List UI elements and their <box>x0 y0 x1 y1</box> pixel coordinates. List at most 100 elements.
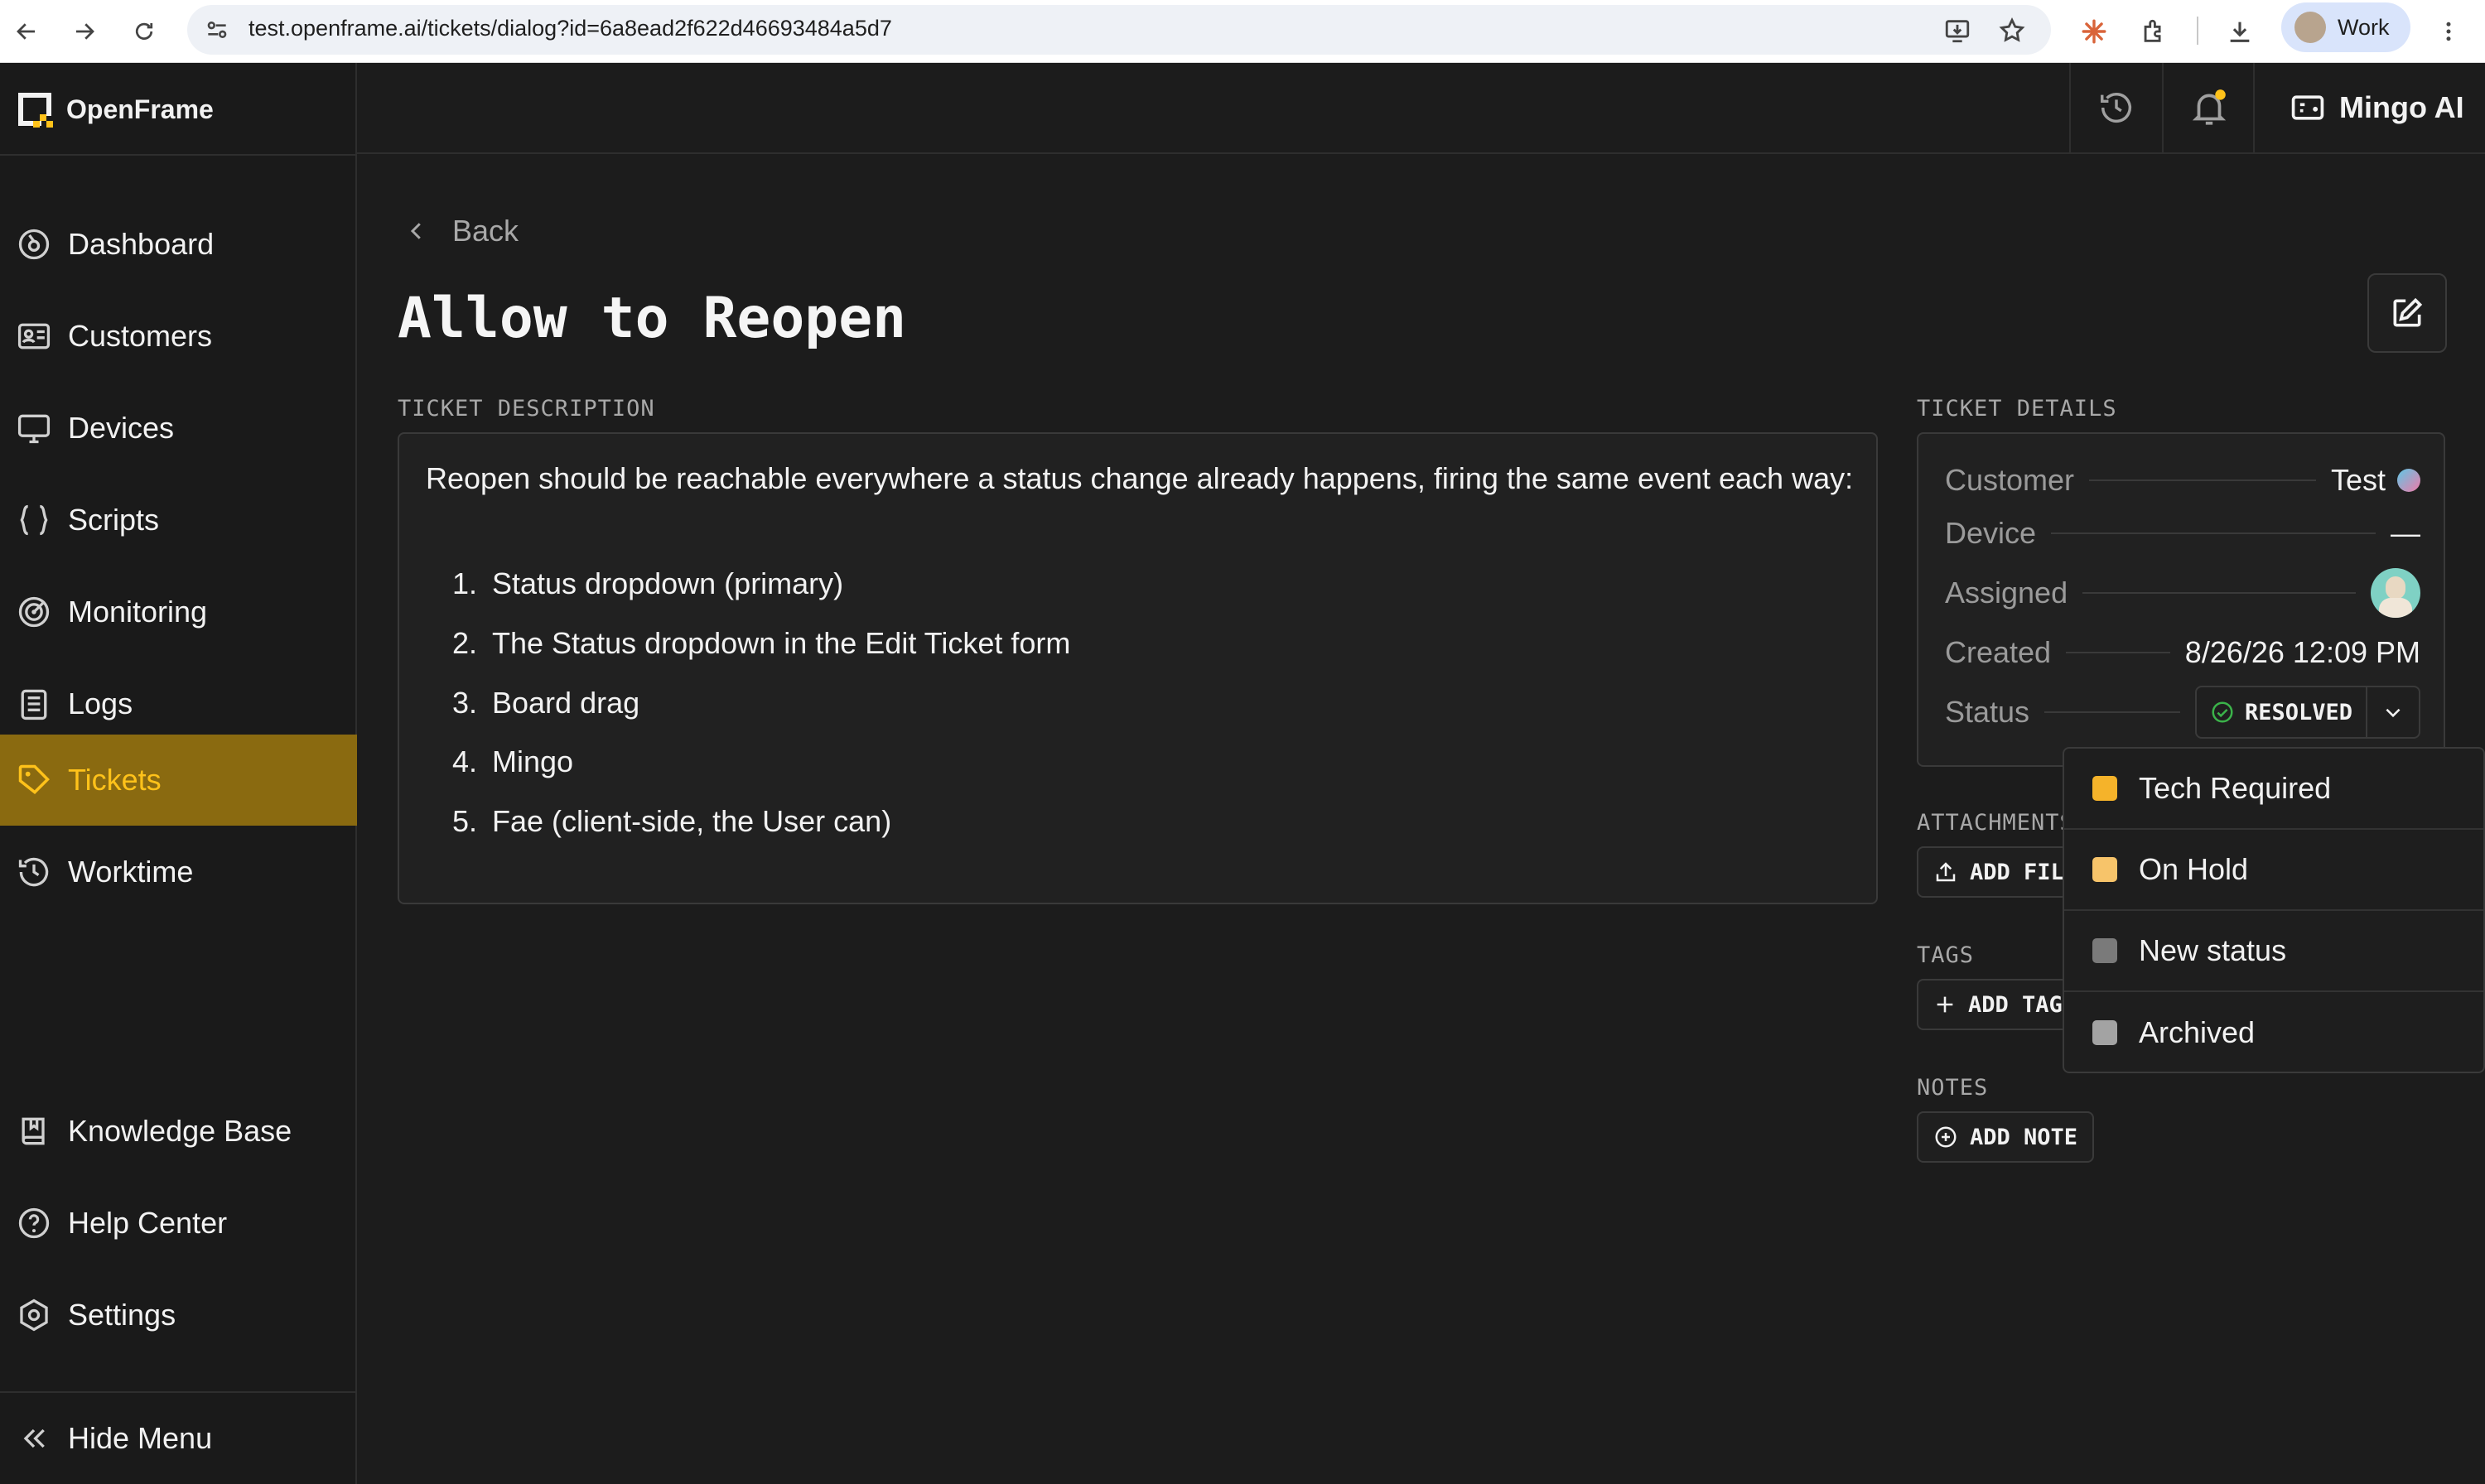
upload-icon <box>1933 860 1958 884</box>
sidebar-item-devices[interactable]: Devices <box>0 383 357 474</box>
bookmark-star-icon[interactable] <box>1998 17 2026 45</box>
claude-extension-icon[interactable] <box>2074 8 2114 55</box>
history-icon <box>2097 89 2135 127</box>
customer-value[interactable]: Test <box>2331 463 2386 498</box>
add-note-label: ADD NOTE <box>1970 1124 2078 1150</box>
status-value-button[interactable]: RESOLVED <box>2197 687 2367 737</box>
status-option-tech-required[interactable]: Tech Required <box>2064 749 2483 830</box>
sidebar-item-label: Dashboard <box>68 227 215 261</box>
list-item: 5. Fae (client-side, the User can) <box>451 804 892 838</box>
assignee-avatar[interactable] <box>2371 568 2420 618</box>
page-title: Allow to Reopen <box>398 286 907 351</box>
url-text: test.openframe.ai/tickets/dialog?id=6a8e… <box>248 16 892 41</box>
customer-avatar <box>2397 469 2420 492</box>
app-name: OpenFrame <box>66 94 214 124</box>
ticket-details-panel: Customer Test Device — Assigned Created … <box>1917 432 2445 767</box>
status-value: RESOLVED <box>2244 699 2352 725</box>
sidebar-item-knowledge-base[interactable]: Knowledge Base <box>0 1086 357 1177</box>
sidebar-item-scripts[interactable]: Scripts <box>0 475 357 566</box>
sidebar: OpenFrame Dashboard Customers Devices Sc… <box>0 63 357 1484</box>
detail-row-status: Status RESOLVED <box>1945 686 2420 739</box>
history-button[interactable] <box>2069 63 2162 152</box>
ticket-description-label: TICKET DESCRIPTION <box>398 396 655 422</box>
browser-back-icon[interactable] <box>7 8 46 55</box>
add-tag-button[interactable]: ADD TAG <box>1917 979 2079 1030</box>
detail-row-created: Created 8/26/26 12:09 PM <box>1945 628 2420 677</box>
plus-circle-icon <box>1933 1125 1958 1149</box>
status-dropdown[interactable]: RESOLVED <box>2194 686 2420 739</box>
scripts-icon <box>15 501 53 539</box>
address-bar[interactable]: test.openframe.ai/tickets/dialog?id=6a8e… <box>187 5 2051 55</box>
sidebar-item-dashboard[interactable]: Dashboard <box>0 199 357 290</box>
customers-icon <box>15 317 53 355</box>
detail-key: Assigned <box>1945 576 2068 610</box>
sidebar-divider <box>0 154 357 156</box>
edit-ticket-button[interactable] <box>2367 273 2447 353</box>
mingo-ai-icon <box>2290 89 2326 126</box>
sidebar-item-monitoring[interactable]: Monitoring <box>0 566 357 658</box>
chevron-down-icon <box>2382 701 2404 723</box>
sidebar-item-help-center[interactable]: Help Center <box>0 1178 357 1269</box>
toolbar-divider <box>2197 17 2198 45</box>
browser-menu-icon[interactable] <box>2429 8 2468 55</box>
status-option-on-hold[interactable]: On Hold <box>2064 830 2483 911</box>
list-item: 3. Board drag <box>451 686 640 720</box>
created-value: 8/26/26 12:09 PM <box>2184 635 2420 669</box>
mingo-ai-button[interactable]: Mingo AI <box>2253 63 2485 152</box>
plus-icon <box>1933 993 1957 1016</box>
status-option-label: On Hold <box>2139 852 2249 886</box>
bell-icon <box>2188 87 2230 128</box>
devices-icon <box>15 409 53 447</box>
settings-icon <box>15 1296 53 1334</box>
ticket-details-label: TICKET DETAILS <box>1917 396 2117 422</box>
browser-forward-icon[interactable] <box>65 8 104 55</box>
profile-label: Work <box>2338 14 2390 40</box>
detail-key: Customer <box>1945 463 2075 497</box>
profile-chip[interactable]: Work <box>2281 2 2410 52</box>
sidebar-item-customers[interactable]: Customers <box>0 291 357 382</box>
back-link[interactable]: Back <box>404 214 519 248</box>
sidebar-item-label: Scripts <box>68 503 160 537</box>
extensions-icon[interactable] <box>2134 8 2174 55</box>
install-app-icon[interactable] <box>1943 17 1971 45</box>
hide-menu-label: Hide Menu <box>68 1421 213 1455</box>
knowledge-base-icon <box>15 1112 53 1150</box>
sidebar-item-label: Knowledge Base <box>68 1114 292 1148</box>
sidebar-item-label: Tickets <box>68 763 162 797</box>
sidebar-item-worktime[interactable]: Worktime <box>0 826 357 918</box>
detail-key: Device <box>1945 516 2037 550</box>
status-option-archived[interactable]: Archived <box>2064 992 2483 1072</box>
tags-label: TAGS <box>1917 942 1975 968</box>
edit-icon <box>2389 295 2425 331</box>
list-item: 1. Status dropdown (primary) <box>451 566 844 600</box>
status-toggle-button[interactable] <box>2367 687 2419 737</box>
profile-avatar <box>2294 12 2326 43</box>
sidebar-item-label: Worktime <box>68 855 194 889</box>
list-item-text: The Status dropdown in the Edit Ticket f… <box>492 626 1071 660</box>
chevron-left-icon <box>404 219 429 243</box>
hide-menu-button[interactable]: Hide Menu <box>0 1393 357 1484</box>
ticket-description: Reopen should be reachable everywhere a … <box>398 432 1878 904</box>
add-note-button[interactable]: ADD NOTE <box>1917 1111 2095 1163</box>
sidebar-item-tickets[interactable]: Tickets <box>0 735 357 826</box>
detail-row-customer: Customer Test <box>1945 455 2420 505</box>
status-dropdown-menu: Tech Required On Hold New status Archive… <box>2063 747 2485 1073</box>
notifications-button[interactable] <box>2162 63 2255 152</box>
site-info-icon[interactable] <box>204 17 230 43</box>
sidebar-item-label: Logs <box>68 687 133 720</box>
sidebar-item-label: Monitoring <box>68 595 208 629</box>
status-option-new-status[interactable]: New status <box>2064 911 2483 992</box>
attachments-label: ATTACHMENTS <box>1917 810 2074 836</box>
downloads-icon[interactable] <box>2220 8 2260 55</box>
app-logo[interactable]: OpenFrame <box>15 89 214 129</box>
detail-row-device: Device — <box>1945 508 2420 558</box>
add-tag-label: ADD TAG <box>1968 991 2063 1018</box>
dashboard-icon <box>15 225 53 263</box>
browser-reload-icon[interactable] <box>124 8 164 55</box>
list-item: 4. Mingo <box>451 744 574 778</box>
sidebar-item-label: Customers <box>68 319 213 353</box>
status-option-label: New status <box>2139 933 2287 967</box>
sidebar-item-settings[interactable]: Settings <box>0 1270 357 1361</box>
app-header <box>357 63 2485 154</box>
status-option-label: Tech Required <box>2139 771 2332 805</box>
